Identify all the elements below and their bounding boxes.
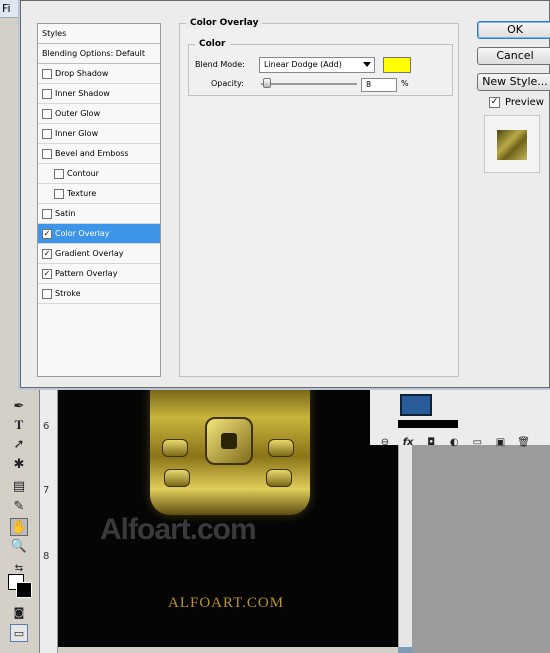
style-checkbox[interactable] bbox=[42, 149, 52, 159]
new-layer-icon[interactable]: ▣ bbox=[491, 437, 509, 451]
opacity-unit: % bbox=[401, 79, 409, 88]
overlay-color-swatch[interactable] bbox=[383, 57, 411, 73]
delete-layer-icon[interactable]: 🗑 bbox=[515, 437, 533, 451]
layer-thumbnail[interactable] bbox=[400, 394, 432, 416]
style-item-label: Stroke bbox=[55, 289, 81, 298]
phone-dpad bbox=[205, 417, 253, 465]
style-item-label: Drop Shadow bbox=[55, 69, 109, 78]
style-checkbox[interactable] bbox=[42, 209, 52, 219]
new-group-icon[interactable]: ▭ bbox=[468, 437, 486, 451]
notes-tool-icon[interactable]: ▤ bbox=[10, 478, 28, 496]
path-selection-icon[interactable]: ➚ bbox=[10, 436, 28, 454]
add-mask-icon[interactable]: ◘ bbox=[422, 437, 440, 451]
style-rows: Drop Shadow Inner Shadow Outer Glow Inner G… bbox=[38, 64, 160, 304]
layers-panel-toolbar: ⊖ fx ◘ ◐ ▭ ▣ 🗑 bbox=[376, 430, 546, 448]
style-checkbox[interactable] bbox=[42, 89, 52, 99]
custom-shape-icon[interactable]: ✱ bbox=[10, 456, 28, 474]
preview-thumbnail bbox=[497, 130, 527, 160]
opacity-slider-track[interactable] bbox=[261, 83, 357, 85]
ruler-tick: 6 bbox=[43, 421, 50, 432]
type-tool-icon[interactable]: T bbox=[10, 416, 28, 434]
style-item-drop-shadow[interactable]: Drop Shadow bbox=[38, 64, 160, 84]
style-item-color-overlay[interactable]: ✓ Color Overlay bbox=[38, 224, 160, 244]
style-checkbox[interactable]: ✓ bbox=[42, 269, 52, 279]
style-item-bevel-and-emboss[interactable]: Bevel and Emboss bbox=[38, 144, 160, 164]
blend-mode-label: Blend Mode: bbox=[195, 60, 245, 69]
blending-options[interactable]: Blending Options: Default bbox=[38, 44, 160, 64]
zoom-tool-icon[interactable]: 🔍 bbox=[10, 538, 28, 556]
preview-box bbox=[484, 115, 540, 173]
styles-list: Styles Blending Options: Default Drop Sh… bbox=[37, 23, 161, 377]
style-checkbox[interactable] bbox=[54, 169, 64, 179]
style-checkbox[interactable] bbox=[42, 289, 52, 299]
style-item-label: Outer Glow bbox=[55, 109, 101, 118]
style-checkbox[interactable]: ✓ bbox=[42, 229, 52, 239]
style-item-gradient-overlay[interactable]: ✓ Gradient Overlay bbox=[38, 244, 160, 264]
style-checkbox[interactable] bbox=[54, 189, 64, 199]
phone-key bbox=[268, 439, 294, 457]
new-style-button[interactable]: New Style... bbox=[477, 73, 550, 91]
opacity-label: Opacity: bbox=[211, 79, 244, 88]
style-item-label: Satin bbox=[55, 209, 76, 218]
style-item-satin[interactable]: Satin bbox=[38, 204, 160, 224]
style-item-stroke[interactable]: Stroke bbox=[38, 284, 160, 304]
eyedropper-icon[interactable]: ✎ bbox=[10, 498, 28, 516]
ruler-tick: 8 bbox=[43, 551, 50, 562]
styles-header[interactable]: Styles bbox=[38, 24, 160, 44]
document-canvas[interactable]: Alfoart.com ALFOART.COM bbox=[58, 385, 398, 647]
style-checkbox[interactable]: ✓ bbox=[42, 249, 52, 259]
opacity-input[interactable]: 8 bbox=[361, 78, 397, 92]
style-item-pattern-overlay[interactable]: ✓ Pattern Overlay bbox=[38, 264, 160, 284]
style-item-label: Color Overlay bbox=[55, 229, 110, 238]
style-item-label: Contour bbox=[67, 169, 99, 178]
style-item-label: Inner Shadow bbox=[55, 89, 110, 98]
blend-mode-select[interactable]: Linear Dodge (Add) bbox=[259, 57, 375, 73]
ok-button[interactable]: OK bbox=[477, 21, 550, 39]
preview-checkbox[interactable]: ✓ bbox=[489, 97, 500, 108]
status-bar bbox=[58, 647, 398, 653]
layer-bar bbox=[398, 420, 458, 428]
layer-style-dialog: Styles Blending Options: Default Drop Sh… bbox=[20, 0, 550, 388]
menu-file[interactable]: Fi bbox=[2, 2, 11, 15]
blend-mode-value: Linear Dodge (Add) bbox=[264, 60, 342, 69]
layers-panel: ⊖ fx ◘ ◐ ▭ ▣ 🗑 bbox=[370, 385, 550, 448]
preview-label: Preview bbox=[505, 97, 544, 108]
background-color-swatch[interactable] bbox=[16, 582, 32, 598]
phone-key bbox=[162, 439, 188, 457]
opacity-slider-thumb[interactable] bbox=[263, 78, 271, 88]
style-item-outer-glow[interactable]: Outer Glow bbox=[38, 104, 160, 124]
fx-icon[interactable]: fx bbox=[399, 437, 417, 451]
color-group-title: Color bbox=[195, 39, 230, 49]
style-item-label: Inner Glow bbox=[55, 129, 99, 138]
cancel-button[interactable]: Cancel bbox=[477, 47, 550, 65]
style-item-label: Bevel and Emboss bbox=[55, 149, 129, 158]
style-item-label: Gradient Overlay bbox=[55, 249, 124, 258]
quick-mask-icon[interactable]: ◙ bbox=[10, 604, 28, 622]
style-checkbox[interactable] bbox=[42, 69, 52, 79]
hand-tool-icon[interactable]: ✋ bbox=[10, 518, 28, 536]
style-item-inner-glow[interactable]: Inner Glow bbox=[38, 124, 160, 144]
style-item-contour[interactable]: Contour bbox=[38, 164, 160, 184]
pen-tool-icon[interactable]: ✒ bbox=[10, 398, 28, 416]
vertical-ruler: 6 7 8 bbox=[40, 385, 58, 653]
phone-key bbox=[266, 469, 292, 487]
panel-title: Color Overlay bbox=[186, 18, 263, 28]
watermark-small: ALFOART.COM bbox=[168, 595, 285, 611]
style-item-texture[interactable]: Texture bbox=[38, 184, 160, 204]
color-overlay-panel: Color Overlay Color Blend Mode: Linear D… bbox=[179, 18, 459, 377]
style-item-label: Pattern Overlay bbox=[55, 269, 118, 278]
style-checkbox[interactable] bbox=[42, 109, 52, 119]
link-layers-icon[interactable]: ⊖ bbox=[376, 437, 394, 451]
adjustment-layer-icon[interactable]: ◐ bbox=[445, 437, 463, 451]
style-checkbox[interactable] bbox=[42, 129, 52, 139]
ruler-tick: 7 bbox=[43, 485, 50, 496]
gold-phone-image bbox=[150, 385, 310, 515]
chevron-down-icon bbox=[363, 62, 371, 67]
style-item-label: Texture bbox=[67, 189, 97, 198]
color-group: Color Blend Mode: Linear Dodge (Add) Opa… bbox=[188, 39, 453, 96]
phone-key bbox=[164, 469, 190, 487]
watermark-large: Alfoart.com bbox=[100, 513, 257, 546]
screen-mode-icon[interactable]: ▭ bbox=[10, 624, 28, 642]
style-item-inner-shadow[interactable]: Inner Shadow bbox=[38, 84, 160, 104]
